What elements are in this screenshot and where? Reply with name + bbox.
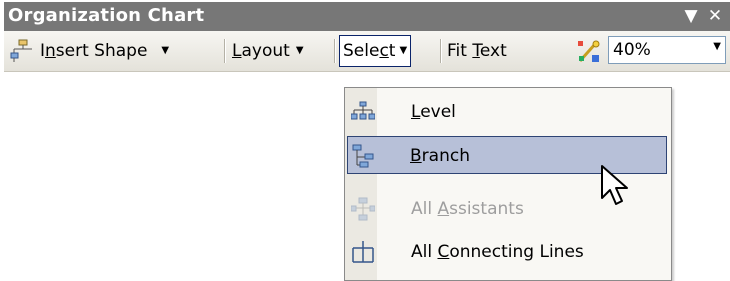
chevron-down-icon: ▼	[161, 45, 170, 56]
zoom-value: 40%	[613, 40, 651, 60]
fit-text-label: Fit Text	[447, 41, 507, 61]
select-label: Select	[343, 41, 396, 61]
chevron-down-icon: ▼	[399, 45, 408, 56]
insert-shape-icon	[10, 39, 32, 62]
window-title: Organization Chart	[8, 5, 205, 26]
close-icon[interactable]: ✕	[704, 4, 726, 28]
toolbar: Insert Shape ▼ Layout ▼ Select ▼ Fit Tex…	[4, 31, 730, 72]
menu-item-all-connecting-lines[interactable]: All Connecting Lines	[347, 233, 667, 271]
connecting-lines-icon	[352, 241, 374, 263]
toolbar-options-icon[interactable]: ▼	[680, 4, 702, 28]
zoom-dropdown[interactable]: 40% ▼	[608, 36, 726, 64]
toolbar-separator	[334, 39, 336, 63]
title-bar[interactable]: Organization Chart ▼ ✕	[4, 2, 730, 31]
assistants-icon	[351, 197, 375, 221]
org-chart-toolbar-window: Organization Chart ▼ ✕ Insert Shape ▼ La…	[4, 2, 730, 281]
branch-icon	[352, 144, 374, 168]
mouse-pointer-icon	[601, 165, 628, 205]
menu-item-label: Branch	[410, 146, 470, 166]
menu-item-label: All Connecting Lines	[411, 242, 584, 262]
chevron-down-icon: ▼	[295, 45, 304, 56]
insert-shape-label: Insert Shape	[40, 41, 148, 61]
toolbar-separator	[440, 39, 442, 63]
toolbar-separator	[224, 39, 226, 63]
layout-button[interactable]: Layout ▼	[232, 37, 304, 65]
fit-text-button[interactable]: Fit Text	[447, 37, 507, 65]
level-icon	[351, 101, 375, 120]
menu-item-label: All Assistants	[411, 199, 524, 219]
menu-item-level[interactable]: Level	[347, 93, 667, 131]
menu-item-label: Level	[411, 102, 456, 122]
autoformat-button[interactable]	[576, 38, 602, 66]
layout-label: Layout	[232, 41, 290, 61]
select-button[interactable]: Select ▼	[339, 35, 412, 67]
insert-shape-button[interactable]: Insert Shape ▼	[10, 37, 169, 65]
chevron-down-icon[interactable]: ▼	[713, 41, 721, 52]
autoformat-icon	[578, 40, 600, 62]
